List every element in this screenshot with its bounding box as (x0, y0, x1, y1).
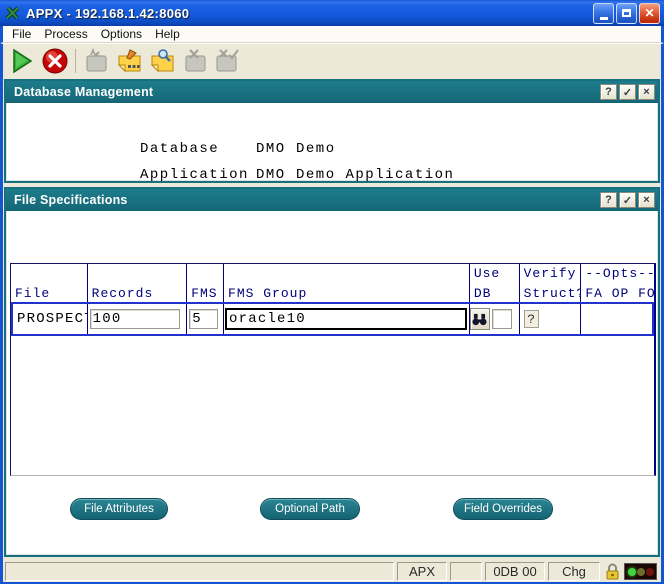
panel-close-button[interactable]: × (638, 192, 655, 208)
lock-icon (605, 563, 620, 581)
column-header-verify-struct: VerifyStruct? (520, 264, 582, 302)
database-management-content: Database DMO Demo Application DMO Demo A… (6, 103, 658, 188)
database-code: DMO (256, 141, 296, 157)
status-odb: 0DB 00 (485, 562, 545, 581)
status-mode: Chg (548, 562, 600, 581)
edit-record-button[interactable] (114, 47, 144, 75)
edit-record-icon (116, 48, 143, 74)
file-cell: PROSPECT (13, 304, 88, 334)
column-header-opts: --Opts--FA OP FO (581, 264, 654, 302)
database-management-title: Database Management (14, 85, 598, 99)
status-bar: APX 0DB 00 Chg (0, 560, 664, 584)
help-button[interactable]: ? (600, 192, 617, 208)
column-header-records: Records (88, 264, 188, 302)
file-specifications-content: File Records FMS FMS Group UseDB VerifyS… (6, 211, 658, 555)
window-titlebar[interactable]: APPX - 192.168.1.42:8060 ✕ (0, 0, 664, 26)
appx-window: APPX - 192.168.1.42:8060 ✕ File Process … (0, 0, 664, 584)
add-record-icon (83, 48, 109, 74)
window-title: APPX - 192.168.1.42:8060 (26, 6, 591, 21)
fms-cell (187, 304, 224, 334)
client-area: Database Management ? ✓ × Database DMO D… (0, 78, 664, 560)
maximize-button[interactable] (616, 3, 637, 24)
menu-file[interactable]: File (8, 26, 40, 43)
database-row: Database DMO Demo (6, 136, 658, 162)
file-name: PROSPECT (15, 311, 88, 327)
optional-path-button[interactable]: Optional Path (260, 498, 360, 520)
column-header-fms: FMS (187, 264, 224, 302)
verify-struct-cell: ? (520, 304, 582, 334)
file-specifications-titlebar: File Specifications ? ✓ × (6, 189, 658, 211)
status-message (5, 562, 394, 581)
file-specifications-title: File Specifications (14, 193, 598, 207)
database-value: Demo (296, 141, 336, 157)
application-row: Application DMO Demo Application (6, 162, 658, 188)
cancel-icon (42, 48, 68, 74)
database-label: Database (140, 141, 256, 157)
status-apx: APX (397, 562, 447, 581)
column-header-fms-group: FMS Group (224, 264, 470, 302)
panel-close-button[interactable]: × (638, 84, 655, 100)
ok-button[interactable]: ✓ (619, 84, 636, 100)
database-management-titlebar: Database Management ? ✓ × (6, 81, 658, 103)
database-management-panel: Database Management ? ✓ × Database DMO D… (4, 79, 660, 183)
minimize-button[interactable] (593, 3, 614, 24)
delete-record-button (180, 47, 210, 75)
use-db-cell (470, 304, 520, 334)
column-header-file: File (11, 264, 88, 302)
status-icons (603, 562, 659, 581)
menu-bar: File Process Options Help (0, 26, 664, 43)
run-icon (10, 48, 34, 74)
view-record-icon (149, 48, 176, 74)
table-header: File Records FMS FMS Group UseDB VerifyS… (11, 264, 654, 302)
minimize-icon (594, 4, 613, 23)
delete-confirm-icon (213, 48, 243, 74)
status-empty (450, 562, 482, 581)
help-button[interactable]: ? (600, 84, 617, 100)
toolbar-separator (75, 49, 76, 73)
lookup-button[interactable] (470, 308, 490, 330)
menu-process[interactable]: Process (40, 26, 96, 43)
appx-logo-icon (5, 5, 21, 21)
records-cell (88, 304, 188, 334)
application-label: Application (140, 167, 256, 183)
view-record-button[interactable] (147, 47, 177, 75)
opts-cell (581, 304, 652, 334)
close-button[interactable]: ✕ (639, 3, 660, 24)
fms-group-cell (224, 304, 470, 334)
menu-help[interactable]: Help (151, 26, 189, 43)
fms-input[interactable] (189, 309, 218, 329)
delete-record-icon (182, 48, 209, 74)
close-icon: ✕ (640, 4, 659, 23)
field-overrides-button[interactable]: Field Overrides (453, 498, 553, 520)
application-value: Demo Application (296, 167, 454, 183)
file-spec-table: File Records FMS FMS Group UseDB VerifyS… (10, 263, 656, 476)
binoculars-icon (472, 313, 487, 326)
table-row[interactable]: PROSPECT (11, 302, 654, 336)
verify-struct-button[interactable]: ? (524, 310, 539, 328)
fms-group-input[interactable] (225, 308, 467, 330)
records-input[interactable] (90, 309, 180, 329)
column-header-use-db: UseDB (470, 264, 520, 302)
cancel-button[interactable] (40, 47, 70, 75)
connection-indicator-icon (624, 563, 657, 580)
delete-confirm-button (213, 47, 243, 75)
run-button[interactable] (7, 47, 37, 75)
menu-options[interactable]: Options (97, 26, 151, 43)
file-attributes-button[interactable]: File Attributes (70, 498, 168, 520)
ok-button[interactable]: ✓ (619, 192, 636, 208)
maximize-icon (617, 4, 636, 23)
toolbar (0, 43, 664, 78)
add-record-button (81, 47, 111, 75)
use-db-input[interactable] (492, 309, 512, 329)
file-specifications-panel: File Specifications ? ✓ × File Records F… (4, 187, 660, 557)
application-code: DMO (256, 167, 296, 183)
